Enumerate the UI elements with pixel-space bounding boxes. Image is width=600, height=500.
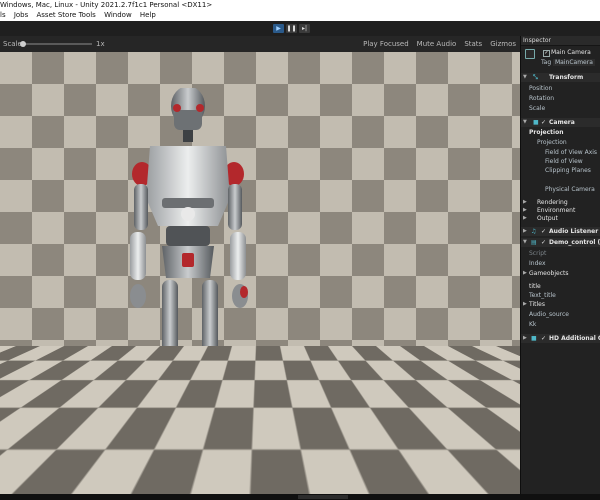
scale-slider-knob[interactable] bbox=[20, 41, 26, 47]
active-checkbox[interactable]: ✓ bbox=[543, 50, 550, 57]
audio-listener-title: Audio Listener bbox=[549, 228, 599, 235]
demo-control-header[interactable]: ▼ ▤ ✓ Demo_control (Scr bbox=[521, 238, 600, 247]
menu-item-tools[interactable]: ls bbox=[0, 11, 6, 19]
camera-data-icon: ■ bbox=[531, 335, 537, 342]
audio-source-label: Audio_source bbox=[529, 311, 569, 318]
fov-label: Field of View bbox=[545, 158, 583, 165]
fold-arrow-icon: ▶ bbox=[523, 301, 527, 307]
headphones-icon: ♫ bbox=[531, 228, 537, 235]
audio-listener-header[interactable]: ▶ ♫ ✓ Audio Listener bbox=[521, 227, 600, 236]
projection-group[interactable]: Projection bbox=[529, 129, 563, 136]
game-view[interactable]: Scale 1x Play Focused Mute Audio Stats G… bbox=[0, 36, 520, 494]
clipping-planes-label: Clipping Planes bbox=[545, 167, 591, 174]
menu-item-jobs[interactable]: Jobs bbox=[14, 11, 28, 19]
fold-arrow-icon: ▶ bbox=[523, 215, 527, 221]
camera-icon: ■ bbox=[533, 119, 539, 126]
text-title-label: Text_title bbox=[529, 292, 556, 299]
gizmos-dropdown[interactable]: Gizmos bbox=[490, 36, 516, 52]
rendering-group[interactable]: Rendering bbox=[537, 199, 568, 206]
mute-audio-toggle[interactable]: Mute Audio bbox=[417, 36, 457, 52]
gameobjects-group[interactable]: Gameobjects bbox=[529, 270, 568, 277]
bottom-tab[interactable] bbox=[298, 495, 348, 499]
title-label: title bbox=[529, 283, 541, 290]
hd-additional-title: HD Additional Cam bbox=[549, 335, 600, 342]
tag-dropdown[interactable]: MainCamera bbox=[553, 59, 595, 66]
play-controls: ▶ ❚❚ ▸| bbox=[273, 24, 310, 33]
demo-control-checkbox[interactable]: ✓ bbox=[541, 238, 546, 247]
fold-arrow-icon: ▶ bbox=[523, 335, 527, 341]
transform-icon: ⤡ bbox=[533, 74, 538, 81]
robot-character bbox=[110, 88, 248, 494]
script-icon: ▤ bbox=[531, 239, 537, 246]
object-name[interactable]: Main Camera bbox=[551, 49, 591, 56]
audio-listener-checkbox[interactable]: ✓ bbox=[541, 227, 546, 236]
tag-label: Tag bbox=[541, 59, 552, 66]
pause-button[interactable]: ❚❚ bbox=[286, 24, 297, 33]
environment-group[interactable]: Environment bbox=[537, 207, 575, 214]
fold-arrow-icon: ▼ bbox=[523, 74, 527, 80]
titles-group[interactable]: Titles bbox=[529, 301, 545, 308]
scale-field-label: Scale bbox=[529, 105, 546, 112]
step-button[interactable]: ▸| bbox=[299, 24, 310, 33]
main-toolbar: ▶ ❚❚ ▸| bbox=[0, 21, 600, 37]
fold-arrow-icon: ▶ bbox=[523, 199, 527, 205]
fold-arrow-icon: ▶ bbox=[523, 228, 527, 234]
physical-camera-label: Physical Camera bbox=[545, 186, 595, 193]
stats-toggle[interactable]: Stats bbox=[464, 36, 482, 52]
window-title: Windows, Mac, Linux - Unity 2021.2.7f1c1… bbox=[0, 0, 600, 10]
bottom-bar bbox=[0, 494, 600, 500]
fold-arrow-icon: ▼ bbox=[523, 119, 527, 125]
fold-arrow-icon: ▶ bbox=[523, 207, 527, 213]
menu-bar: ls Jobs Asset Store Tools Window Help bbox=[0, 10, 600, 21]
play-button[interactable]: ▶ bbox=[273, 24, 284, 33]
projection-label: Projection bbox=[537, 139, 567, 146]
transform-title: Transform bbox=[549, 74, 584, 81]
camera-title: Camera bbox=[549, 119, 575, 126]
game-view-toolbar: Scale 1x Play Focused Mute Audio Stats G… bbox=[0, 36, 520, 52]
script-label: Script bbox=[529, 250, 547, 257]
demo-control-title: Demo_control (Scr bbox=[549, 239, 600, 246]
camera-enabled-checkbox[interactable]: ✓ bbox=[541, 118, 546, 127]
position-label: Position bbox=[529, 85, 553, 92]
fov-axis-label: Field of View Axis bbox=[545, 149, 598, 156]
transform-header[interactable]: ▼ ⤡ Transform bbox=[521, 73, 600, 82]
menu-item-window[interactable]: Window bbox=[104, 11, 132, 19]
hd-additional-header[interactable]: ▶ ■ ✓ HD Additional Cam bbox=[521, 334, 600, 343]
output-group[interactable]: Output bbox=[537, 215, 558, 222]
fold-arrow-icon: ▶ bbox=[523, 270, 527, 276]
tab-inspector[interactable]: Inspector bbox=[521, 36, 600, 46]
menu-item-asset-store-tools[interactable]: Asset Store Tools bbox=[37, 11, 96, 19]
play-focused-dropdown[interactable]: Play Focused bbox=[363, 36, 409, 52]
rotation-label: Rotation bbox=[529, 95, 555, 102]
scene-nav-arrows-icon[interactable]: 〈 〉 bbox=[477, 462, 514, 486]
index-label: Index bbox=[529, 260, 546, 267]
inspector-panel: Inspector ✓ Main Camera Tag MainCamera ▼… bbox=[520, 36, 600, 494]
menu-item-help[interactable]: Help bbox=[140, 11, 156, 19]
hd-additional-checkbox[interactable]: ✓ bbox=[541, 334, 546, 343]
kk-label: Kk bbox=[529, 321, 537, 328]
fold-arrow-icon: ▼ bbox=[523, 239, 527, 245]
scale-value: 1x bbox=[96, 40, 105, 48]
cube-icon bbox=[525, 49, 535, 59]
scale-slider[interactable] bbox=[20, 41, 92, 47]
camera-header[interactable]: ▼ ■ ✓ Camera bbox=[521, 118, 600, 127]
